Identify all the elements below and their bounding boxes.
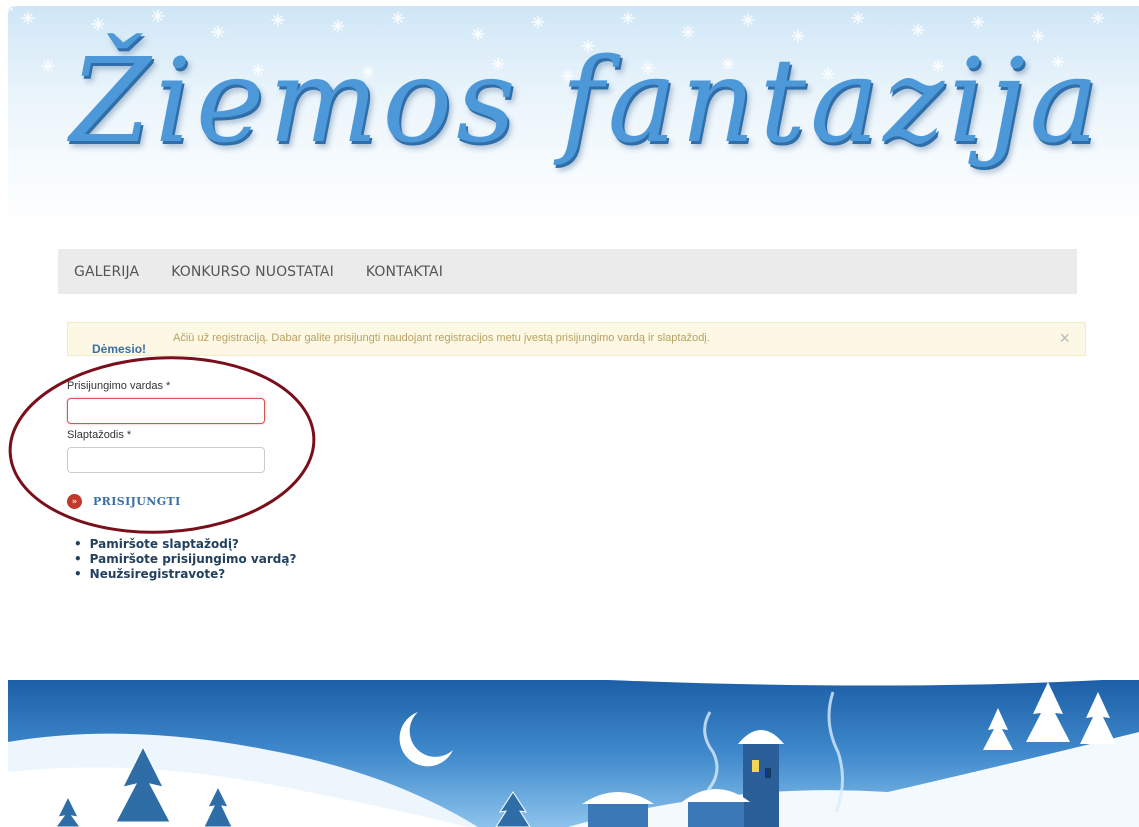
double-chevron-right-icon: » [67,494,82,509]
snowflake-icon [971,15,985,29]
snowflake-icon [21,11,35,25]
password-label: Slaptažodis * [67,429,132,441]
account-links: Pamiršote slaptažodį? Pamiršote prisijun… [74,537,297,582]
snowflake-icon [271,13,285,27]
alert-text: Ačiū už registraciją. Dabar galite prisi… [173,332,710,344]
snowflake-icon [91,17,105,31]
snowflake-icon [851,11,865,25]
snowflake-icon [531,15,545,29]
login-button-label: PRISIJUNGTI [93,495,181,508]
snowflake-icon [1091,11,1105,25]
nav-item-konkurso-nuostatai[interactable]: KONKURSO NUOSTATAI [171,264,334,280]
alert-heading: Dėmesio! [92,342,147,356]
snowflake-icon [391,11,405,25]
nav-item-galerija[interactable]: GALERIJA [74,264,139,280]
username-input[interactable] [67,398,265,424]
forgot-username-link[interactable]: Pamiršote prisijungimo vardą? [74,552,297,567]
password-input[interactable] [67,447,265,473]
register-link[interactable]: Neužsiregistravote? [74,567,296,582]
username-label: Prisijungimo vardas * [67,380,171,392]
snowflake-icon [621,11,635,25]
nav-item-kontaktai[interactable]: KONTAKTAI [366,264,443,280]
main-nav: GALERIJA KONKURSO NUOSTATAI KONTAKTAI [58,249,1077,294]
close-icon[interactable]: × [1059,328,1070,349]
snowflake-icon [151,9,165,23]
snowflake-icon [41,59,55,73]
winter-village-illustration [8,672,1139,827]
alert-message-box: Dėmesio! Ačiū už registraciją. Dabar gal… [67,322,1086,356]
site-title: Žiemos fantazija [70,34,1103,169]
login-button[interactable]: » PRISIJUNGTI [67,494,181,509]
header-banner: Žiemos fantazija [8,6,1139,232]
snowflake-icon [741,13,755,27]
forgot-password-link[interactable]: Pamiršote slaptažodį? [74,537,296,552]
footer-winter-scene [8,672,1139,827]
snowflake-icon [331,19,345,33]
